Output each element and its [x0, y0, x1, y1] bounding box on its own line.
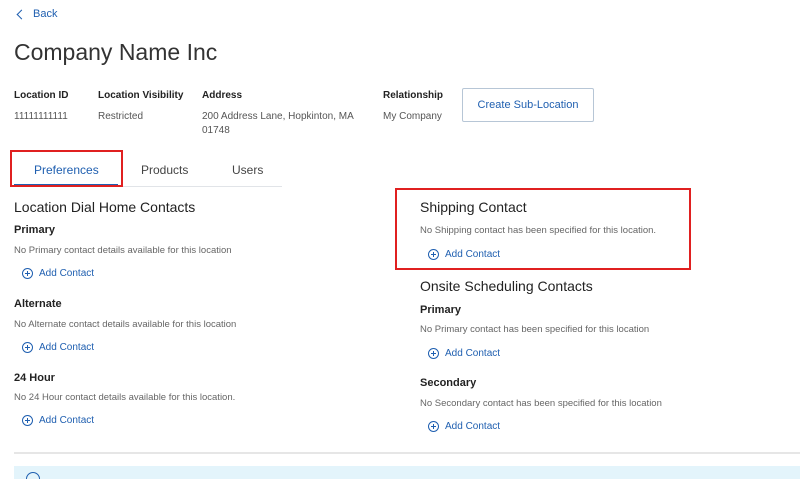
onsite-secondary-add-contact[interactable]: Add Contact	[428, 421, 500, 432]
add-contact-label: Add Contact	[445, 348, 501, 359]
dial-home-24hour-desc: No 24 Hour contact details available for…	[14, 392, 236, 403]
plus-circle-icon	[428, 348, 439, 359]
back-link[interactable]: Back	[16, 8, 58, 20]
dial-home-primary-add-contact[interactable]: Add Contact	[22, 268, 94, 279]
dial-home-24hour-add-contact[interactable]: Add Contact	[22, 415, 94, 426]
tab-users[interactable]: Users	[232, 163, 263, 177]
dial-home-primary-label: Primary	[14, 224, 55, 236]
dial-home-title: Location Dial Home Contacts	[14, 199, 196, 215]
dial-home-alternate-label: Alternate	[14, 298, 62, 310]
address-label: Address	[202, 90, 243, 101]
onsite-secondary-label: Secondary	[420, 377, 477, 389]
info-banner	[14, 466, 800, 479]
visibility-value: Restricted	[98, 111, 144, 122]
tab-highlight-box	[10, 150, 123, 187]
shipping-highlight-box	[395, 188, 691, 270]
onsite-title: Onsite Scheduling Contacts	[420, 278, 593, 294]
info-icon	[26, 472, 40, 479]
create-sub-location-button[interactable]: Create Sub-Location	[462, 88, 594, 122]
dial-home-alternate-add-contact[interactable]: Add Contact	[22, 342, 94, 353]
relationship-label: Relationship	[383, 90, 444, 101]
dial-home-alternate-desc: No Alternate contact details available f…	[14, 319, 237, 330]
address-line-2: 01748	[202, 125, 230, 136]
location-id-value: 11111111111	[14, 111, 68, 122]
address-line-1: 200 Address Lane, Hopkinton, MA	[202, 111, 354, 122]
visibility-label: Location Visibility	[98, 90, 184, 101]
location-id-label: Location ID	[14, 90, 69, 101]
add-contact-label: Add Contact	[39, 268, 95, 279]
tab-products[interactable]: Products	[141, 163, 188, 177]
plus-circle-icon	[428, 421, 439, 432]
dial-home-primary-desc: No Primary contact details available for…	[14, 245, 232, 256]
add-contact-label: Add Contact	[445, 421, 501, 432]
relationship-value: My Company	[383, 111, 442, 122]
address-value: 200 Address Lane, Hopkinton, MA 01748	[202, 110, 354, 138]
page-title: Company Name Inc	[14, 39, 218, 65]
onsite-primary-label: Primary	[420, 304, 461, 316]
add-contact-label: Add Contact	[39, 415, 95, 426]
onsite-primary-add-contact[interactable]: Add Contact	[428, 348, 500, 359]
add-contact-label: Add Contact	[39, 342, 95, 353]
plus-circle-icon	[22, 268, 33, 279]
back-label: Back	[33, 8, 58, 20]
onsite-primary-desc: No Primary contact has been specified fo…	[420, 324, 650, 335]
onsite-secondary-desc: No Secondary contact has been specified …	[420, 398, 662, 409]
plus-circle-icon	[22, 342, 33, 353]
chevron-left-icon	[16, 9, 27, 19]
plus-circle-icon	[22, 415, 33, 426]
section-divider	[14, 452, 800, 454]
dial-home-24hour-label: 24 Hour	[14, 372, 55, 384]
